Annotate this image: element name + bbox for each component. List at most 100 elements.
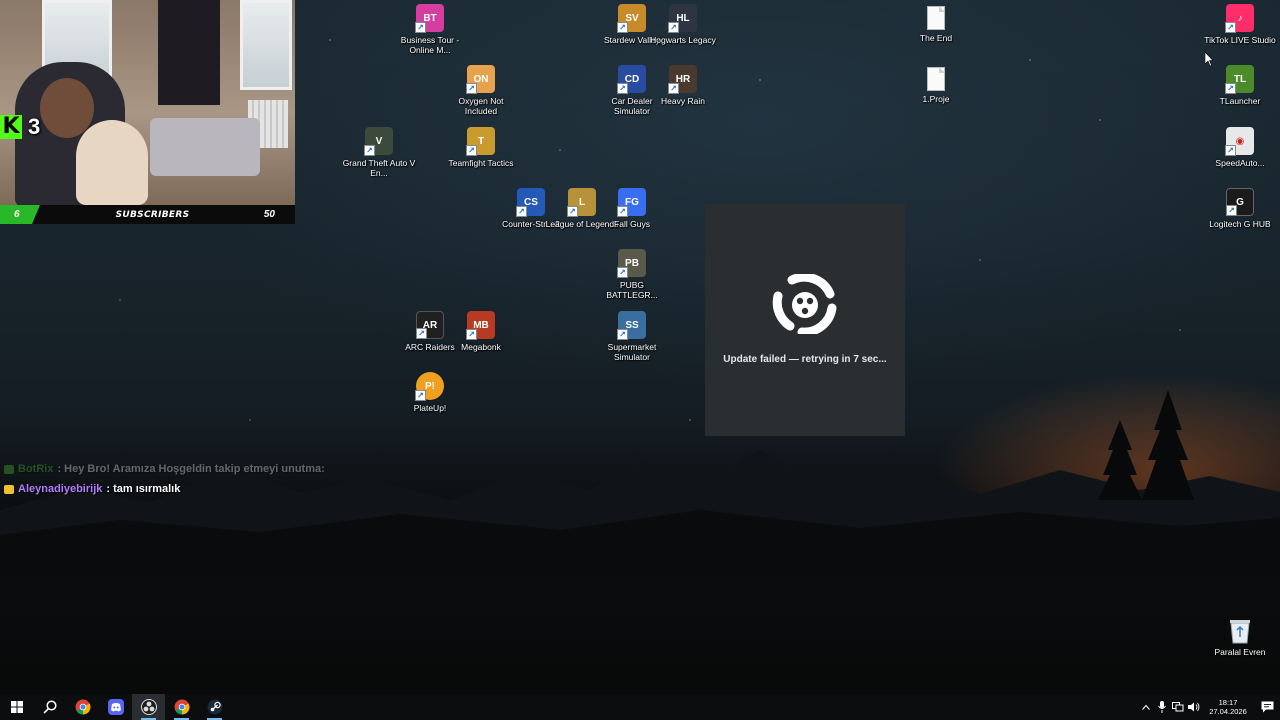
desktop-icon-gta-v[interactable]: V Grand Theft Auto V En... (342, 127, 416, 178)
chat-text: : Hey Bro! Aramıza Hoşgeldin takip etmey… (57, 463, 325, 475)
kick-count: 3 (28, 114, 41, 139)
search-icon (42, 700, 57, 714)
microphone-button[interactable] (1154, 694, 1170, 720)
kick-viewer-badge: K 3 (0, 114, 40, 140)
desktop-icon-label: SpeedAuto... (1215, 158, 1265, 168)
subscriber-goal: 50 (263, 209, 275, 220)
arc-raiders-icon: AR (416, 311, 444, 339)
taskbar-discord[interactable] (99, 694, 132, 720)
subscriber-current: 6 (0, 205, 50, 224)
show-hidden-icons-button[interactable] (1138, 694, 1154, 720)
desktop-icon-label: Supermarket Simulator (607, 342, 657, 362)
desktop-icon-label: Grand Theft Auto V En... (342, 158, 416, 178)
desktop-icon-fall-guys[interactable]: FG Fall Guys (595, 188, 669, 229)
desktop-icon-label: 1.Proje (922, 94, 950, 104)
wallpaper-mountains (0, 450, 1280, 580)
start-button[interactable] (0, 694, 33, 720)
logitech-g-hub-icon: G (1226, 188, 1254, 216)
stardew-valley-icon: SV (617, 4, 646, 33)
kick-logo-icon: K (0, 115, 22, 139)
bot-badge-icon (4, 464, 14, 474)
system-tray: 18:17 27.04.2026 (1138, 694, 1280, 720)
fall-guys-icon: FG (617, 188, 646, 217)
taskbar: 18:17 27.04.2026 (0, 694, 1280, 720)
desktop-icon-tlauncher[interactable]: TL TLauncher (1203, 65, 1277, 106)
subscriber-goal-bar: 6 SUBSCRIBERS 50 (0, 205, 295, 224)
webcam-window-right (240, 0, 292, 90)
plateup-icon: P! (415, 372, 444, 401)
chrome-icon (75, 699, 90, 715)
chat-text: : tam ısırmalık (106, 483, 181, 495)
teamfight-tactics-icon: T (466, 127, 495, 156)
supermarket-simulator-icon: SS (617, 311, 646, 340)
taskbar-chrome-alt[interactable] (165, 694, 198, 720)
desktop-icon-label: The End (919, 33, 953, 43)
desktop-icon-business-tour[interactable]: BT Business Tour - Online M... (393, 4, 467, 55)
desktop-icon-label: Fall Guys (614, 219, 650, 229)
chrome-alt-icon (174, 699, 189, 715)
taskbar-steam[interactable] (198, 694, 231, 720)
pubg-icon: PB (617, 249, 646, 278)
microphone-icon (1158, 701, 1166, 713)
subscriber-badge-icon (4, 484, 14, 494)
desktop-icon-supermarket-simulator[interactable]: SS Supermarket Simulator (595, 311, 669, 362)
text-file-icon (927, 67, 945, 91)
gta-v-icon: V (364, 127, 393, 156)
text-file-icon (927, 6, 945, 30)
tlauncher-icon: TL (1225, 65, 1254, 94)
desktop-icon-tiktok-live-studio[interactable]: ♪ TikTok LIVE Studio (1203, 4, 1277, 45)
windows-start-icon (10, 701, 23, 713)
taskbar-search-button[interactable] (33, 694, 66, 720)
recycle-bin-icon (1230, 620, 1250, 644)
desktop-icon-teamfight-tactics[interactable]: T Teamfight Tactics (444, 127, 518, 168)
desktop-icon-plateup[interactable]: P! PlateUp! (393, 372, 467, 413)
megabonk-icon: MB (466, 311, 495, 340)
wallpaper-trees (1098, 390, 1194, 500)
desktop-icon-1-proje[interactable]: 1.Proje (899, 67, 973, 104)
desktop-icon-hogwarts-legacy[interactable]: HL Hogwarts Legacy (646, 4, 720, 45)
desktop-icon-oxygen-not-included[interactable]: ON Oxygen Not Included (444, 65, 518, 116)
desktop-icon-label: PlateUp! (413, 403, 447, 413)
desktop-icon-logitech-g-hub[interactable]: G Logitech G HUB (1203, 188, 1277, 229)
update-status-text: Update failed — retrying in 7 sec... (723, 354, 887, 365)
chat-username: Aleynadiyebirijk (18, 483, 103, 495)
desktop-icon-label: Megabonk (461, 342, 501, 352)
desktop-icon-recycle-bin[interactable]: Paralal Evren (1203, 618, 1277, 657)
desktop-icon-megabonk[interactable]: MB Megabonk (444, 311, 518, 352)
action-center-button[interactable] (1254, 694, 1280, 720)
chat-username: BotRix (18, 463, 54, 475)
discord-icon (107, 699, 124, 715)
steam-icon (207, 699, 222, 715)
desktop-icon-label: Teamfight Tactics (448, 158, 514, 168)
taskbar-obs[interactable] (132, 694, 165, 720)
speaker-icon (1188, 702, 1200, 712)
taskbar-clock[interactable]: 18:17 27.04.2026 (1206, 698, 1250, 716)
obs-icon (140, 699, 157, 715)
desktop-icon-heavy-rain[interactable]: HR Heavy Rain (646, 65, 720, 106)
desktop-icon-label: Logitech G HUB (1209, 219, 1271, 229)
volume-button[interactable] (1186, 694, 1202, 720)
business-tour-icon: BT (415, 4, 444, 33)
subscriber-label: SUBSCRIBERS (115, 209, 190, 220)
desktop-icon-label: Business Tour - Online M... (400, 35, 460, 55)
desktop-icon-label: Paralal Evren (1214, 647, 1266, 657)
app-logo-icon (772, 274, 837, 334)
chat-message: Aleynadiyebirijk : tam ısırmalık (4, 483, 180, 495)
heavy-rain-icon: HR (668, 65, 697, 94)
desktop-icon-the-end[interactable]: The End (899, 6, 973, 43)
desktop-icon-label: Oxygen Not Included (458, 96, 504, 116)
counter-strike-2-icon: CS (516, 188, 545, 217)
webcam-overlay: K 3 (0, 0, 295, 205)
desktop-icon-label: TLauncher (1219, 96, 1261, 106)
chat-message: BotRix : Hey Bro! Aramıza Hoşgeldin taki… (4, 463, 325, 475)
webcam-streamer-head (40, 78, 94, 138)
network-button[interactable] (1170, 694, 1186, 720)
webcam-bed (150, 118, 260, 176)
notification-icon (1261, 701, 1273, 713)
hogwarts-legacy-icon: HL (668, 4, 697, 33)
speed-autoclicker-icon: ◉ (1225, 127, 1254, 156)
taskbar-chrome[interactable] (66, 694, 99, 720)
desktop-icon-speedauto[interactable]: ◉ SpeedAuto... (1203, 127, 1277, 168)
league-of-legends-icon: L (567, 188, 596, 217)
desktop-icon-pubg[interactable]: PB PUBG BATTLEGR... (595, 249, 669, 300)
